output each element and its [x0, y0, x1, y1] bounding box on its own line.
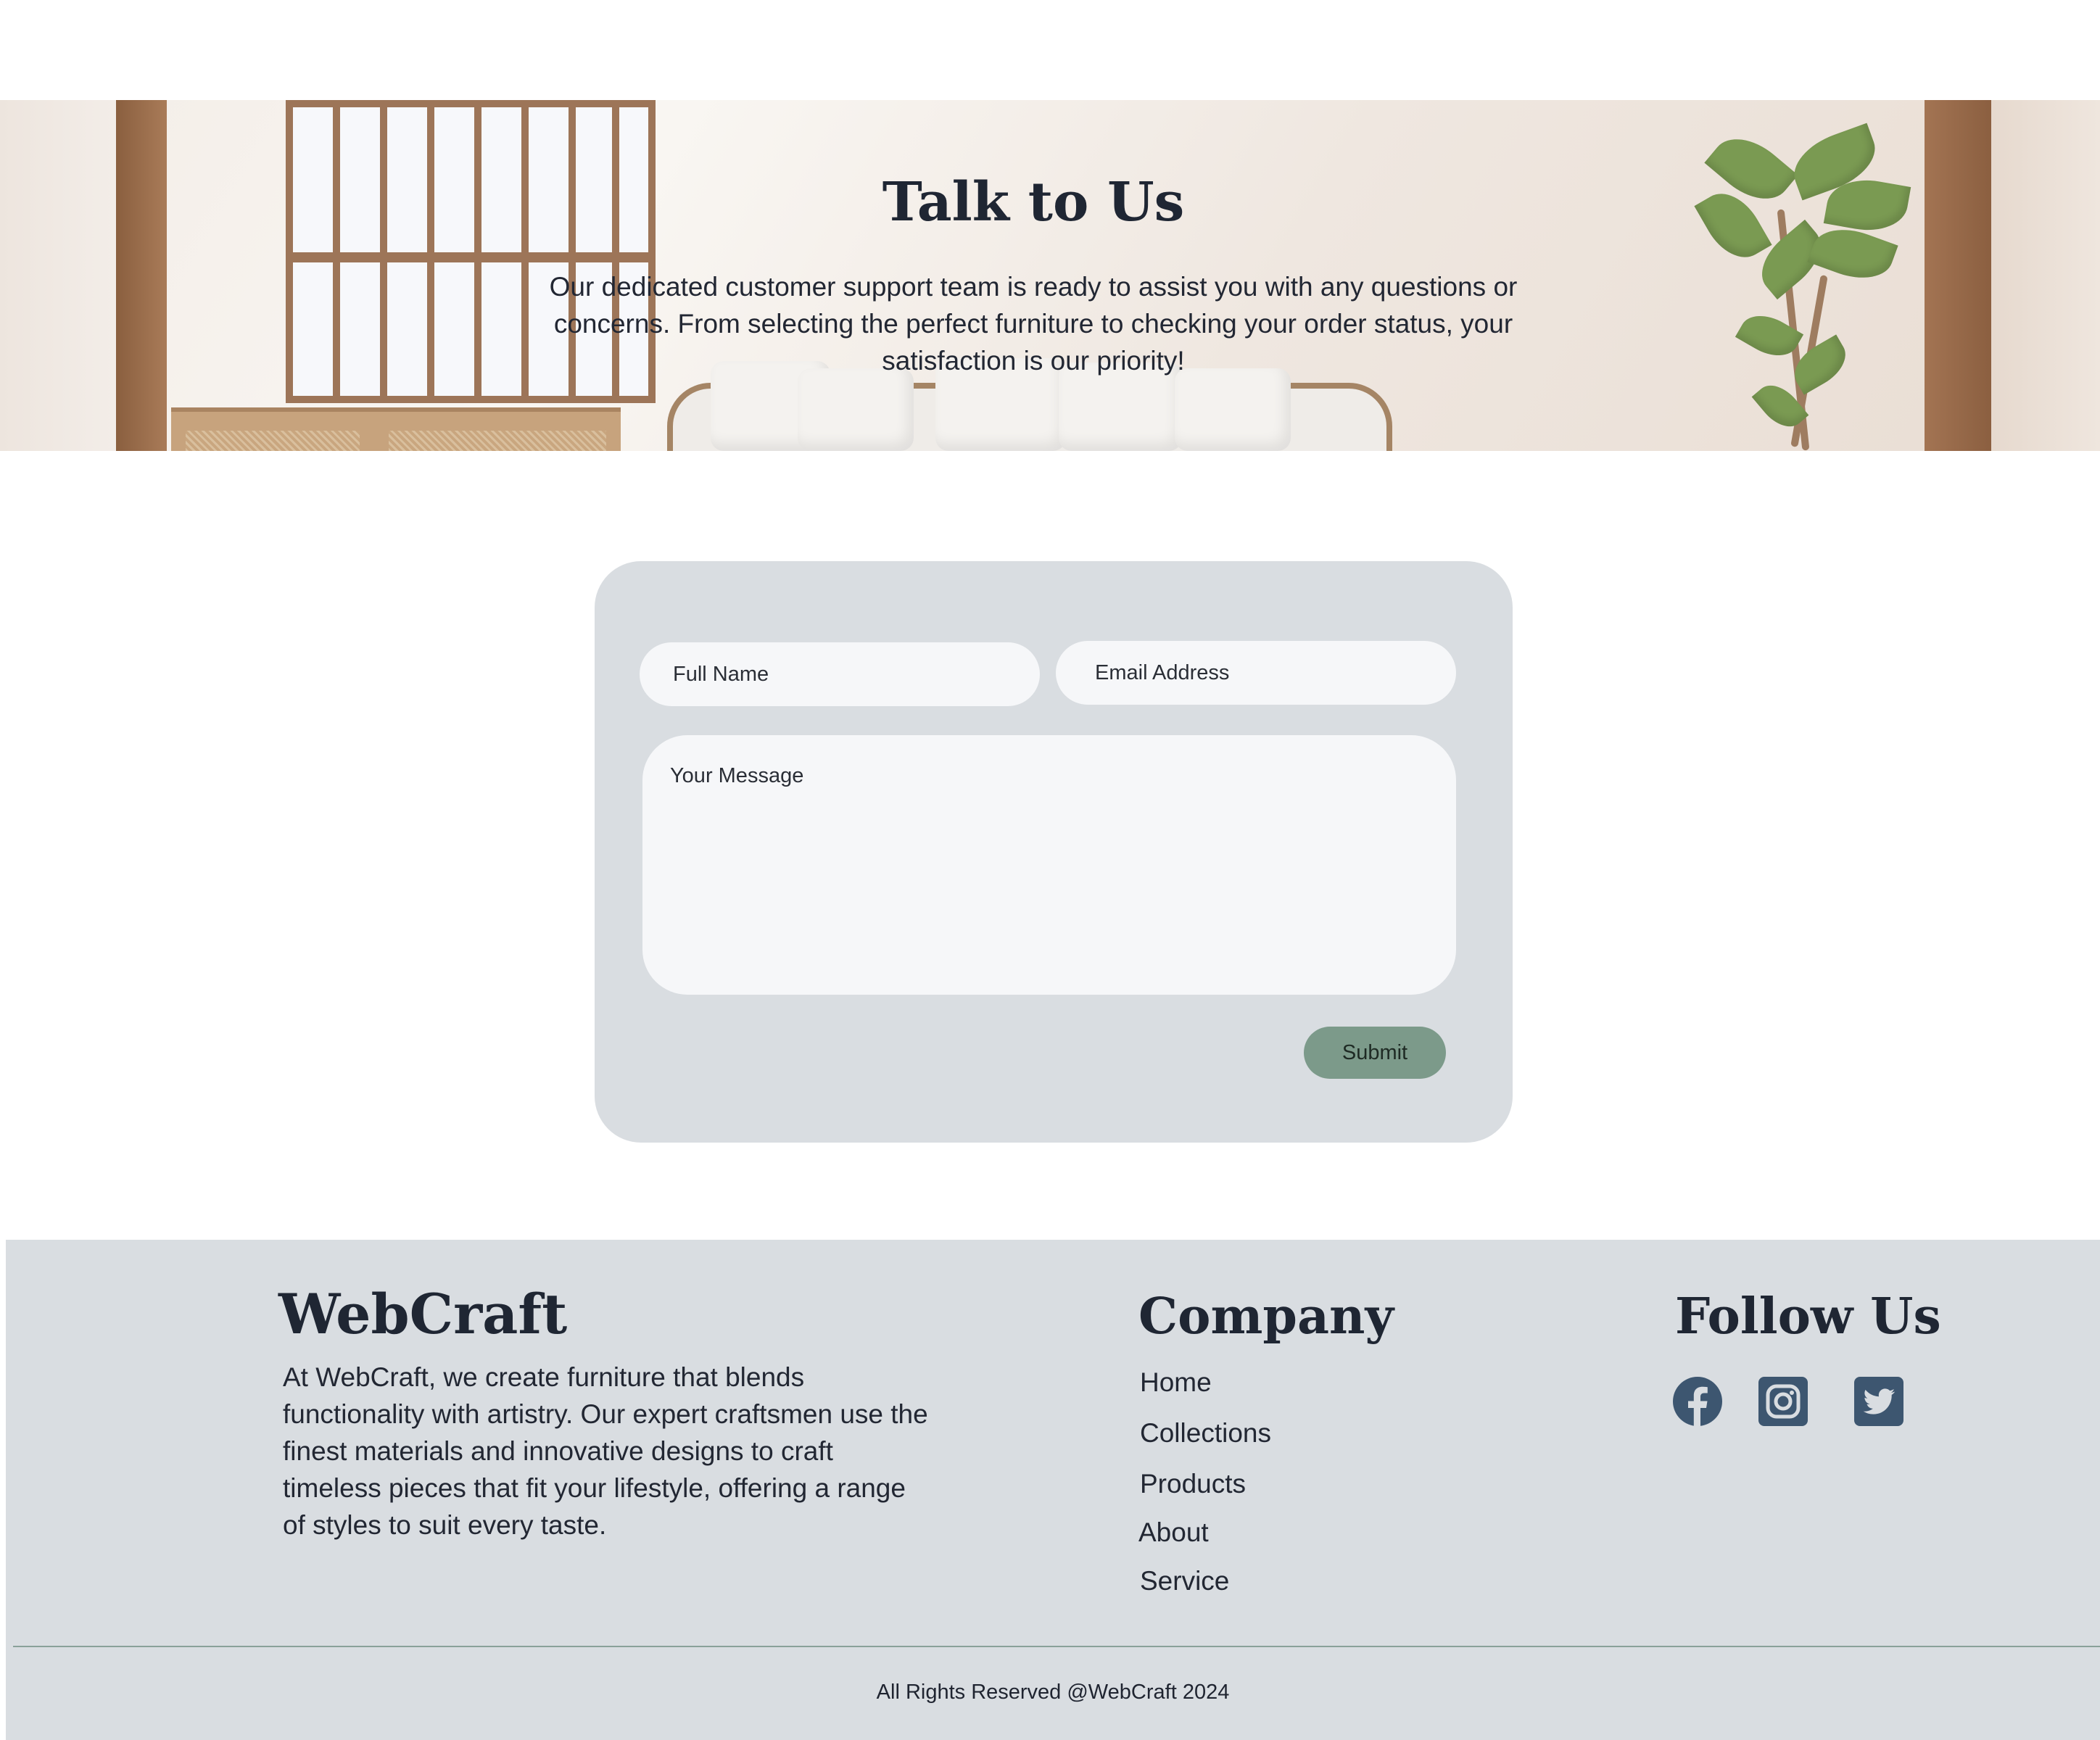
full-name-input[interactable] — [640, 642, 1040, 706]
footer-link-collections[interactable]: Collections — [1140, 1418, 1271, 1449]
email-input[interactable] — [1056, 641, 1456, 705]
footer-link-service[interactable]: Service — [1140, 1566, 1229, 1596]
footer-link-about[interactable]: About — [1138, 1517, 1209, 1548]
instagram-icon[interactable] — [1758, 1376, 1808, 1427]
footer-link-products[interactable]: Products — [1140, 1469, 1246, 1499]
hero-description: Our dedicated customer support team is r… — [549, 272, 1518, 376]
contact-form: Submit — [595, 561, 1513, 1143]
company-heading: Company — [1138, 1288, 1394, 1346]
footer-divider — [13, 1646, 2100, 1647]
hero-banner: Talk to Us Our dedicated customer suppor… — [0, 100, 2100, 451]
submit-button[interactable]: Submit — [1304, 1027, 1446, 1079]
facebook-icon[interactable] — [1672, 1376, 1723, 1427]
page-title: Talk to Us — [882, 171, 1185, 233]
footer-brand: WebCraft — [278, 1282, 568, 1346]
copyright-text: All Rights Reserved @WebCraft 2024 — [876, 1681, 1230, 1704]
twitter-icon[interactable] — [1853, 1376, 1904, 1427]
footer-link-home[interactable]: Home — [1140, 1367, 1212, 1398]
site-footer: WebCraft At WebCraft, we create furnitur… — [6, 1240, 2100, 1740]
footer-about-text: At WebCraft, we create furniture that bl… — [283, 1362, 928, 1540]
message-textarea[interactable] — [642, 735, 1456, 995]
follow-us-heading: Follow Us — [1675, 1288, 1941, 1346]
